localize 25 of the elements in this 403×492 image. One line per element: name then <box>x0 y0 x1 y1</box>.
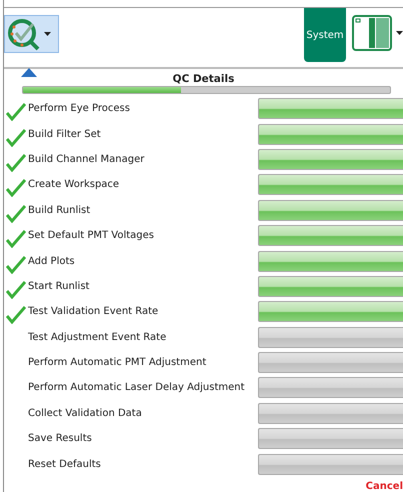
step-label: Perform Eye Process <box>28 102 131 116</box>
system-button[interactable]: System <box>304 8 346 62</box>
step-label: Add Plots <box>28 254 76 269</box>
caret-icon <box>44 32 51 36</box>
step-label: Set Default PMT Voltages <box>28 229 155 244</box>
step-label: Build Channel Manager <box>28 152 146 167</box>
step-label: Start Runlist <box>28 280 90 294</box>
instrument-icon <box>352 15 392 51</box>
selection-pointer-icon <box>21 68 37 78</box>
step-label: Build Runlist <box>28 204 92 218</box>
step-label: Collect Validation Data <box>28 406 143 421</box>
step-label: Create Workspace <box>28 178 120 192</box>
step-label: Perform Automatic PMT Adjustment <box>28 356 208 370</box>
step-label: Test Validation Event Rate <box>28 305 160 320</box>
cancel-link[interactable]: Cancel <box>366 481 403 492</box>
step-label: Save Results <box>28 432 93 446</box>
qc-logo-icon <box>7 17 41 51</box>
step-label: Build Filter Set <box>28 128 102 142</box>
step-label: Perform Automatic Laser Delay Adjustment <box>28 381 246 396</box>
caret-icon <box>396 31 403 35</box>
step-label: Reset Defaults <box>28 458 102 472</box>
app-menu-button[interactable] <box>4 15 59 53</box>
step-label: Test Adjustment Event Rate <box>28 330 168 345</box>
instrument-menu-button[interactable] <box>352 15 403 51</box>
panel-title: QC Details <box>172 73 236 85</box>
